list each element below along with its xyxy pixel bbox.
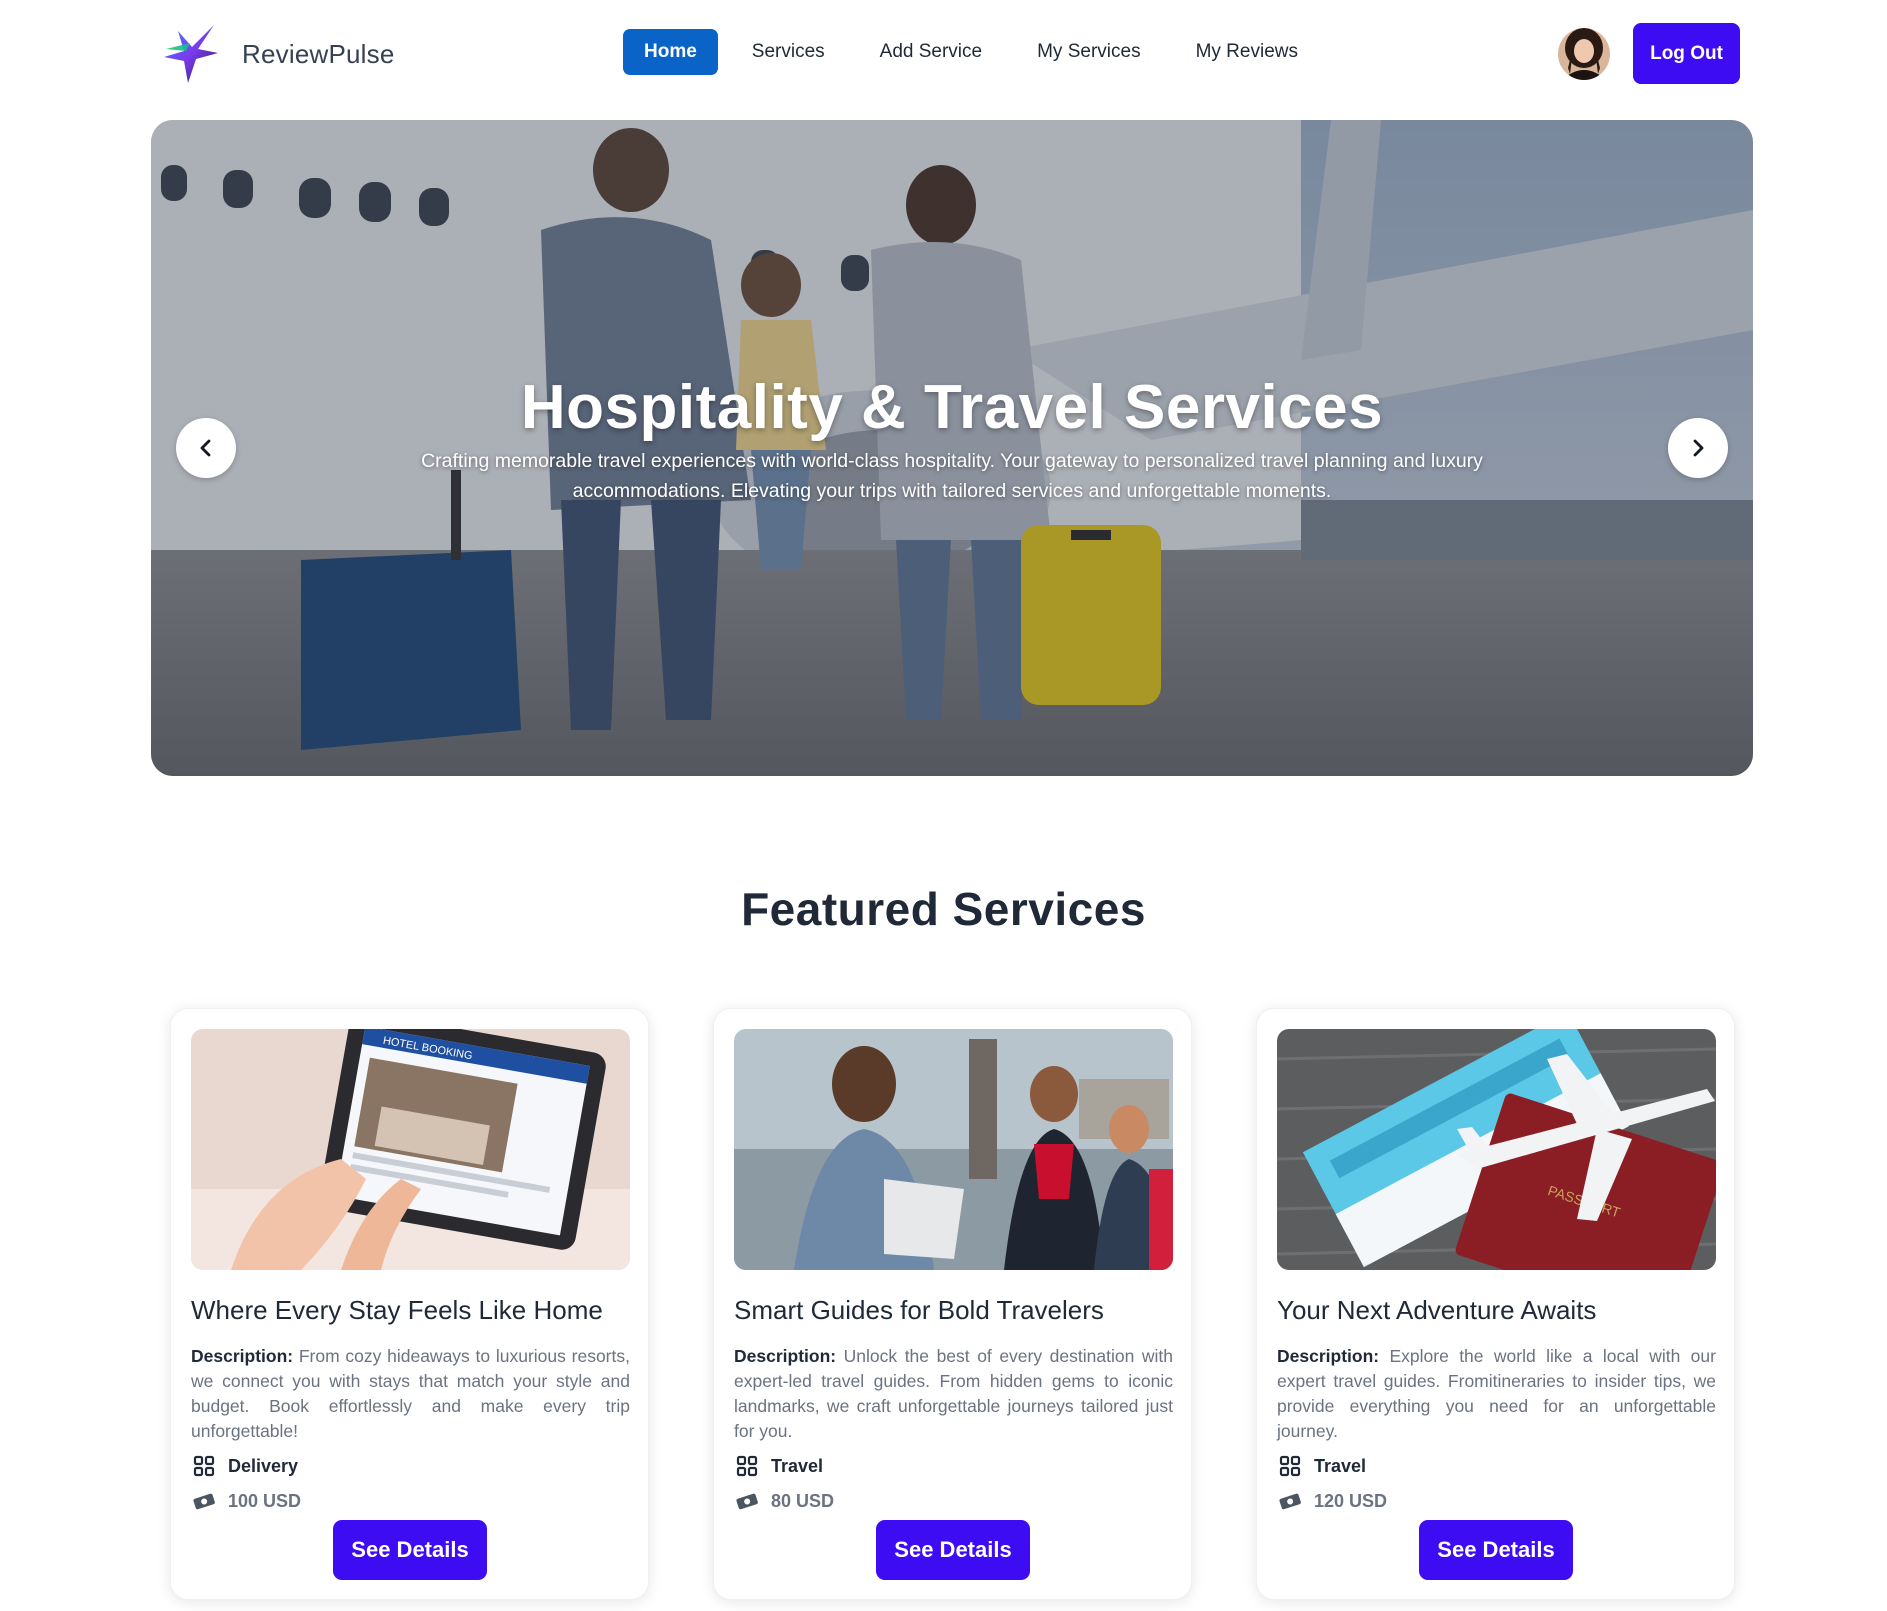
chevron-right-icon bbox=[1693, 439, 1704, 457]
star-logo-icon bbox=[164, 25, 218, 83]
carousel-next-button[interactable] bbox=[1668, 418, 1728, 478]
money-icon bbox=[1279, 1493, 1301, 1510]
service-category: Travel bbox=[736, 1453, 1175, 1479]
service-price: 80 USD bbox=[736, 1488, 1175, 1514]
service-category: Travel bbox=[1279, 1453, 1718, 1479]
service-category: Delivery bbox=[193, 1453, 632, 1479]
service-image-travel-guide bbox=[734, 1029, 1173, 1270]
service-image-passport-plane: PASSPORT bbox=[1277, 1029, 1716, 1270]
see-details-button[interactable]: See Details bbox=[1419, 1520, 1573, 1580]
service-title: Your Next Adventure Awaits bbox=[1277, 1295, 1597, 1325]
nav-add-service[interactable]: Add Service bbox=[859, 29, 1003, 75]
service-price: 100 USD bbox=[193, 1488, 632, 1514]
carousel-prev-button[interactable] bbox=[176, 418, 236, 478]
service-title: Where Every Stay Feels Like Home bbox=[191, 1295, 603, 1325]
nav-services[interactable]: Services bbox=[731, 29, 846, 75]
see-details-button[interactable]: See Details bbox=[333, 1520, 487, 1580]
service-title: Smart Guides for Bold Travelers bbox=[734, 1295, 1104, 1325]
hero-carousel: Hospitality & Travel Services Crafting m… bbox=[151, 120, 1753, 776]
service-description: Description: Explore the world like a lo… bbox=[1277, 1346, 1716, 1441]
user-avatar-image bbox=[1558, 28, 1610, 80]
see-details-button[interactable]: See Details bbox=[876, 1520, 1030, 1580]
money-icon bbox=[193, 1493, 215, 1510]
navbar: ReviewPulse Home Services Add Service My… bbox=[0, 0, 1887, 108]
main-nav: Home Services Add Service My Services My… bbox=[623, 29, 1332, 75]
category-grid-icon bbox=[193, 1455, 215, 1477]
brand-name: ReviewPulse bbox=[242, 38, 395, 69]
nav-my-reviews[interactable]: My Reviews bbox=[1175, 29, 1319, 75]
service-description: Description: Unlock the best of every de… bbox=[734, 1346, 1173, 1441]
service-price: 120 USD bbox=[1279, 1488, 1718, 1514]
nav-home[interactable]: Home bbox=[623, 29, 718, 75]
category-grid-icon bbox=[1279, 1455, 1301, 1477]
logout-button[interactable]: Log Out bbox=[1633, 23, 1740, 84]
nav-my-services[interactable]: My Services bbox=[1016, 29, 1161, 75]
service-image-hotel-booking: HOTEL BOOKING bbox=[191, 1029, 630, 1270]
avatar[interactable] bbox=[1558, 28, 1610, 80]
money-icon bbox=[736, 1493, 758, 1510]
hero-description: Crafting memorable travel experiences wi… bbox=[421, 450, 1483, 502]
hero-title: Hospitality & Travel Services bbox=[520, 373, 1384, 442]
chevron-left-icon bbox=[200, 439, 211, 457]
service-description: Description: From cozy hideaways to luxu… bbox=[191, 1346, 630, 1441]
category-grid-icon bbox=[736, 1455, 758, 1477]
brand[interactable]: ReviewPulse bbox=[162, 22, 395, 86]
featured-services-title: Featured Services bbox=[741, 883, 1146, 935]
